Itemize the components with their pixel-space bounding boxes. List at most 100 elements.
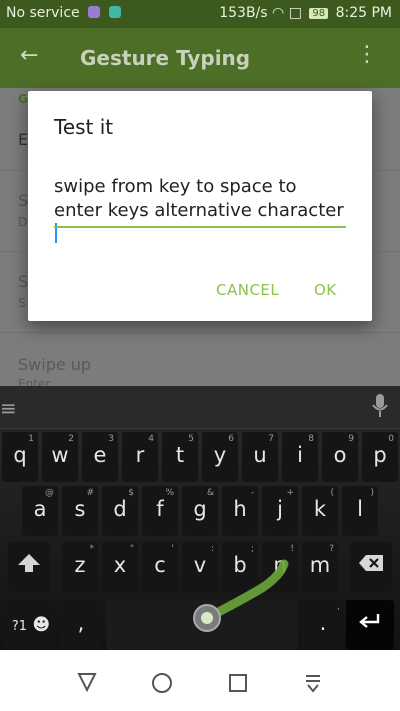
key-label: w (51, 443, 69, 467)
app-notification-icon (108, 6, 121, 18)
enter-key[interactable] (346, 600, 394, 650)
ok-button[interactable]: OK (314, 281, 337, 299)
key-t[interactable]: 5t (162, 432, 198, 482)
key-d[interactable]: $ d (102, 486, 138, 536)
key-g[interactable]: & g (182, 486, 218, 536)
key-label: d (113, 497, 127, 521)
enter-icon (346, 611, 394, 636)
key-j[interactable]: + j (262, 486, 298, 536)
test-dialog: Test it swipe from key to space to enter… (28, 91, 372, 321)
sim-icon: □ (288, 5, 302, 21)
key-s[interactable]: # s (62, 486, 98, 536)
arrow-back-icon[interactable]: ← (20, 43, 38, 68)
key-label: f (156, 497, 164, 521)
key-x[interactable]: " x (102, 542, 138, 592)
space-key[interactable] (106, 600, 298, 650)
key-label: e (93, 443, 107, 467)
key-w[interactable]: 2w (42, 432, 78, 482)
emoji-icon: ☻ (27, 615, 51, 635)
key-n[interactable]: ! n (262, 542, 298, 592)
period-label: . (319, 611, 327, 635)
key-f[interactable]: % f (142, 486, 178, 536)
key-label: l (357, 497, 363, 521)
key-a[interactable]: @ a (22, 486, 58, 536)
key-k[interactable]: (k (302, 486, 338, 536)
test-input[interactable]: swipe from key to space to enter keys al… (54, 175, 346, 247)
list-item-title: S (18, 191, 29, 210)
symbols-label: ?1 (11, 619, 28, 634)
nav-back-icon[interactable] (76, 672, 98, 696)
list-item[interactable]: Swipe up Enter (0, 333, 400, 393)
key-label: n (273, 553, 287, 577)
key-l[interactable]: ) l (342, 486, 378, 536)
key-c[interactable]: ' c (142, 542, 178, 592)
comma-label: , (77, 611, 85, 635)
app-notification-icon (88, 6, 101, 18)
key-label: p (373, 443, 387, 467)
key-v[interactable]: :v (182, 542, 218, 592)
list-item-subtitle: S (18, 296, 26, 310)
battery-icon: 98 (309, 8, 329, 19)
list-item-subtitle: D (18, 215, 28, 229)
key-label: i (297, 443, 303, 467)
nav-home-icon[interactable] (151, 672, 173, 698)
key-label: q (13, 443, 27, 467)
time-text: 8:25 PM (335, 5, 392, 21)
key-r[interactable]: 4r (122, 432, 158, 482)
key-i[interactable]: 8i (282, 432, 318, 482)
list-item-title: S (18, 272, 29, 291)
key-h[interactable]: -h (222, 486, 258, 536)
shift-icon (8, 553, 50, 578)
key-label: s (74, 497, 86, 521)
backspace-icon (350, 553, 392, 577)
nav-bar (0, 650, 400, 711)
test-input-text: swipe from key to space to enter keys al… (54, 176, 344, 221)
shift-key[interactable] (8, 542, 50, 592)
status-bar: No service 153B/s ◠ □ 98 8:25 PM (0, 0, 400, 28)
key-label: j (277, 497, 283, 521)
key-label: b (233, 553, 247, 577)
key-q[interactable]: 1q (2, 432, 38, 482)
more-vert-icon[interactable]: ⋮ (356, 42, 378, 67)
key-label: r (135, 443, 145, 467)
input-underline (54, 226, 346, 228)
delete-key[interactable] (350, 542, 392, 592)
list-item-title: Swipe up (18, 355, 92, 374)
key-z[interactable]: * z (62, 542, 98, 592)
key-label: a (33, 497, 47, 521)
period-key[interactable]: , . (302, 600, 344, 650)
key-label: x (113, 553, 127, 577)
network-speed: 153B/s (219, 5, 268, 21)
dialog-title: Test it (54, 115, 114, 139)
symbols-key[interactable]: ?1 ☻ (6, 600, 56, 650)
keyboard-toolbar: ≡ (0, 386, 400, 428)
mic-icon[interactable] (372, 394, 388, 422)
key-label: u (253, 443, 267, 467)
key-b[interactable]: ; b (222, 542, 258, 592)
key-label: v (193, 553, 207, 577)
page-title: Gesture Typing (80, 46, 251, 70)
keyboard: ≡ 1q2w3e4r5t6y7u8i9o0p @ a # s $ d% f & g - h + j(k)… (0, 386, 400, 650)
key-p[interactable]: 0p (362, 432, 398, 482)
key-label: k (313, 497, 327, 521)
list-item-title: E (18, 130, 29, 149)
key-label: o (333, 443, 347, 467)
app-bar: ← Gesture Typing ⋮ (0, 28, 400, 88)
key-e[interactable]: 3e (82, 432, 118, 482)
carrier-text: No service (6, 5, 80, 21)
menu-icon[interactable]: ≡ (0, 396, 17, 420)
key-label: m (309, 553, 331, 577)
key-y[interactable]: 6y (202, 432, 238, 482)
key-label: h (233, 497, 247, 521)
key-o[interactable]: 9o (322, 432, 358, 482)
key-m[interactable]: ? m (302, 542, 338, 592)
keyboard-divider (0, 428, 400, 429)
nav-recents-icon[interactable] (228, 673, 248, 697)
wifi-icon: ◠ (272, 5, 285, 21)
key-label: z (74, 553, 86, 577)
comma-key[interactable]: , (60, 600, 102, 650)
key-u[interactable]: 7u (242, 432, 278, 482)
key-label: t (175, 443, 185, 467)
nav-pull-down-icon[interactable] (304, 672, 322, 698)
cancel-button[interactable]: CANCEL (216, 281, 279, 299)
